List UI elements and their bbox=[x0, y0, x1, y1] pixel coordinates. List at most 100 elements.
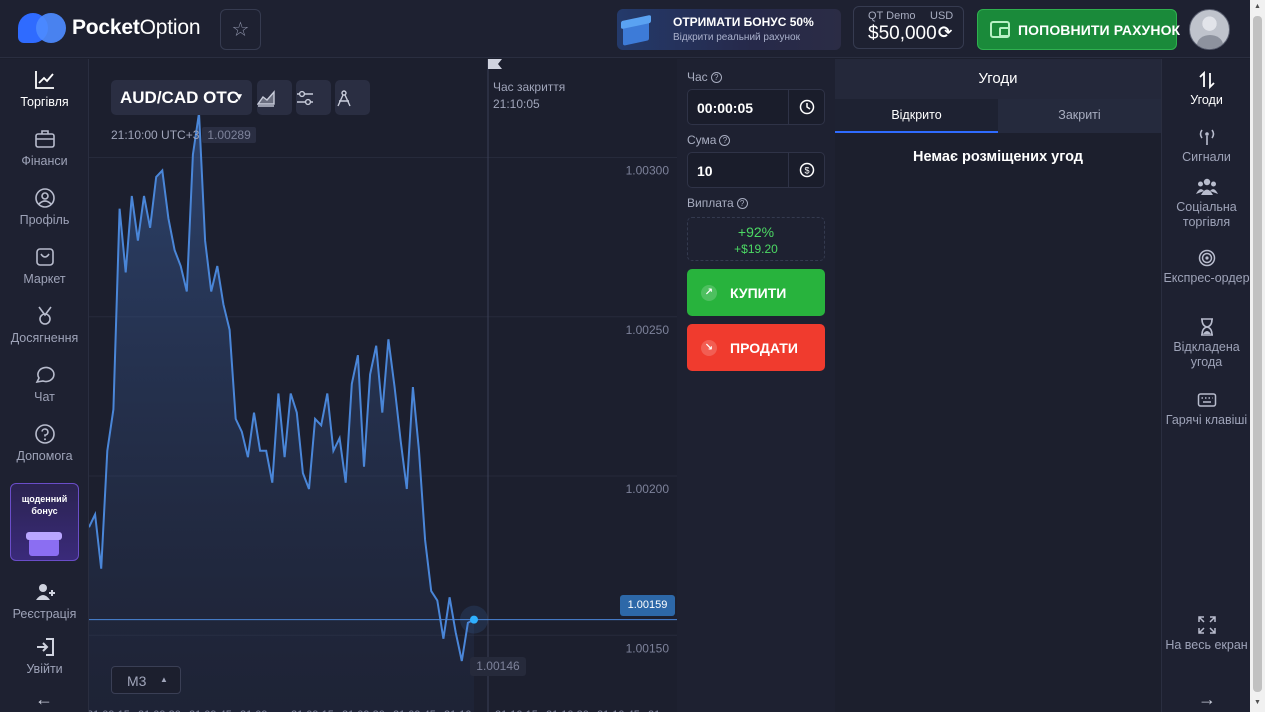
right-nav-express[interactable]: Експрес-ордер bbox=[1162, 248, 1251, 286]
account-currency: USD bbox=[930, 10, 954, 22]
tab-open[interactable]: Відкрито bbox=[835, 99, 998, 133]
account-balance: $50,000 bbox=[868, 23, 937, 44]
drawing-tools-button[interactable] bbox=[335, 80, 370, 115]
expand-icon bbox=[1162, 615, 1251, 635]
right-nav-pending[interactable]: Відкладена угода bbox=[1162, 317, 1251, 370]
login-label: Увійти bbox=[26, 662, 63, 676]
price-chart[interactable]: 1.003001.002501.002001.00150 21:09:1521:… bbox=[89, 59, 677, 712]
flag-icon bbox=[488, 59, 502, 69]
medal-icon bbox=[34, 305, 56, 327]
sell-button[interactable]: ↘ ПРОДАТИ bbox=[687, 324, 825, 371]
right-nav-social[interactable]: Соціальна торгівля bbox=[1162, 177, 1251, 230]
deposit-label: ПОПОВНИТИ РАХУНОК bbox=[1018, 22, 1181, 38]
swap-arrows-icon bbox=[1162, 70, 1251, 90]
chart-canvas: 1.003001.002501.002001.00150 21:09:1521:… bbox=[89, 59, 677, 712]
time-label-text: Час bbox=[687, 70, 708, 84]
payout-label: Виплата? bbox=[687, 196, 748, 210]
right-nav-label: Експрес-ордер bbox=[1163, 271, 1250, 285]
fullscreen-button[interactable]: На весь екран bbox=[1162, 615, 1251, 653]
login-icon bbox=[34, 636, 56, 658]
buy-button[interactable]: ↗ КУПИТИ bbox=[687, 269, 825, 316]
briefcase-icon bbox=[34, 128, 56, 150]
nav-item-trading[interactable]: Торгівля bbox=[0, 69, 89, 109]
bonus-title: ОТРИМАТИ БОНУС 50% bbox=[673, 15, 814, 29]
crosshair-time: 21:10:00 UTC+3 1.00289 bbox=[111, 127, 256, 143]
register-button[interactable]: Реєстрація bbox=[0, 581, 89, 621]
y-tick-label: 1.00300 bbox=[626, 163, 670, 177]
time-value: 00:00:05 bbox=[697, 100, 754, 116]
right-nav-label: Відкладена угода bbox=[1173, 340, 1240, 369]
nav-item-achievements[interactable]: Досягнення bbox=[0, 305, 89, 345]
bonus-banner[interactable]: ОТРИМАТИ БОНУС 50% Відкрити реальний рах… bbox=[617, 9, 841, 50]
question-icon[interactable]: ? bbox=[719, 135, 731, 146]
nav-item-market[interactable]: Маркет bbox=[0, 246, 89, 286]
page-scrollbar[interactable]: ▲ ▼ bbox=[1250, 0, 1265, 712]
nav-item-chat[interactable]: Чат bbox=[0, 364, 89, 404]
question-icon[interactable]: ? bbox=[736, 198, 748, 209]
right-nav-deals[interactable]: Угоди bbox=[1162, 70, 1251, 108]
nav-item-profile[interactable]: Профіль bbox=[0, 187, 89, 227]
tab-closed[interactable]: Закриті bbox=[998, 99, 1161, 133]
y-tick-label: 1.00250 bbox=[626, 323, 670, 337]
fullscreen-label: На весь екран bbox=[1165, 638, 1248, 652]
keyboard-icon bbox=[1162, 390, 1251, 410]
login-button[interactable]: Увійти bbox=[0, 636, 89, 676]
sell-label: ПРОДАТИ bbox=[730, 340, 798, 356]
nav-label: Профіль bbox=[19, 213, 70, 227]
expiry-label: Час закриття 21:10:05 bbox=[493, 79, 565, 113]
favorite-button[interactable]: ☆ bbox=[220, 9, 261, 50]
asset-selector[interactable]: AUD/CAD OTC ▼ bbox=[111, 80, 252, 115]
logo[interactable]: PocketOption bbox=[18, 13, 201, 43]
payout-label-text: Виплата bbox=[687, 196, 734, 210]
right-nav-label: Угоди bbox=[1190, 93, 1223, 107]
clock-icon[interactable] bbox=[788, 90, 824, 124]
amount-label: Сума? bbox=[687, 133, 731, 147]
gift-icon bbox=[619, 13, 655, 47]
dollar-icon[interactable]: $ bbox=[788, 153, 824, 187]
y-tick-label: 1.00150 bbox=[626, 641, 670, 655]
collapse-left-arrow-icon[interactable]: ← bbox=[35, 689, 53, 710]
shopping-bag-icon bbox=[34, 246, 56, 268]
time-input[interactable]: 00:00:05 bbox=[687, 89, 825, 125]
collapse-right-arrow-icon[interactable]: → bbox=[1198, 689, 1216, 710]
daily-bonus-button[interactable]: щоденний бонус bbox=[10, 483, 79, 561]
logo-text: PocketOption bbox=[72, 16, 201, 39]
scroll-up-icon[interactable]: ▲ bbox=[1254, 3, 1261, 10]
nav-item-finance[interactable]: Фінанси bbox=[0, 128, 89, 168]
chart-type-button[interactable] bbox=[257, 80, 292, 115]
question-icon[interactable]: ? bbox=[710, 72, 722, 83]
left-sidebar: Торгівля Фінанси Профіль Маркет Досягнен… bbox=[0, 59, 89, 712]
refresh-icon[interactable]: ⟳ bbox=[938, 23, 952, 43]
help-icon bbox=[34, 423, 56, 445]
deals-empty-message: Немає розміщених угод bbox=[913, 149, 1083, 165]
right-nav-hotkeys[interactable]: Гарячі клавіші bbox=[1162, 390, 1251, 428]
chart-line-icon bbox=[34, 69, 56, 91]
payout-amount: +$19.20 bbox=[734, 242, 778, 256]
app: PocketOption ☆ ОТРИМАТИ БОНУС 50% Відкри… bbox=[0, 0, 1265, 712]
current-price-tag: 1.00159 bbox=[620, 595, 675, 616]
payout-box: +92% +$19.20 bbox=[687, 217, 825, 261]
deals-title: Угоди bbox=[835, 59, 1161, 99]
scroll-down-icon[interactable]: ▼ bbox=[1254, 699, 1261, 706]
caret-up-icon: ▲ bbox=[160, 675, 168, 684]
nav-item-help[interactable]: Допомога bbox=[0, 423, 89, 463]
scrollbar-thumb[interactable] bbox=[1253, 16, 1262, 692]
user-plus-icon bbox=[34, 581, 56, 603]
amount-input[interactable]: 10 $ bbox=[687, 152, 825, 188]
avatar[interactable] bbox=[1189, 9, 1230, 50]
indicators-button[interactable] bbox=[296, 80, 331, 115]
asset-pair: AUD/CAD OTC bbox=[120, 88, 239, 107]
nav-label: Торгівля bbox=[20, 95, 69, 109]
current-price-dot bbox=[470, 615, 478, 624]
timeframe-value: M3 bbox=[127, 673, 147, 689]
star-icon: ☆ bbox=[231, 19, 250, 41]
nav-label: Фінанси bbox=[21, 154, 68, 168]
deposit-button[interactable]: ПОПОВНИТИ РАХУНОК bbox=[977, 9, 1181, 50]
timeframe-selector[interactable]: M3 ▲ bbox=[111, 666, 181, 694]
nav-label: Чат bbox=[34, 390, 55, 404]
right-nav-signals[interactable]: Сигнали bbox=[1162, 127, 1251, 165]
account-switcher[interactable]: QT Demo USD $50,000 ⟳ bbox=[853, 6, 964, 49]
nav-label: Досягнення bbox=[10, 331, 79, 345]
header: PocketOption ☆ ОТРИМАТИ БОНУС 50% Відкри… bbox=[0, 0, 1250, 58]
target-icon bbox=[1162, 248, 1251, 268]
